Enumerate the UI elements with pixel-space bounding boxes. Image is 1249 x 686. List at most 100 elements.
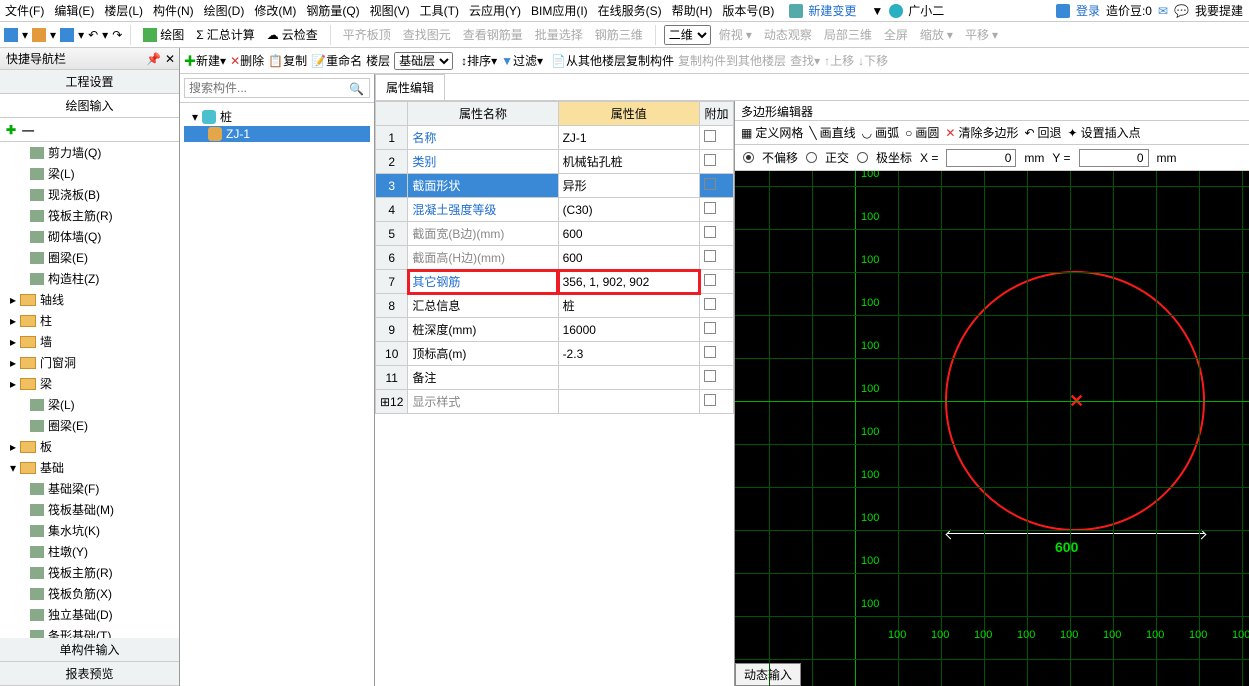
sort-btn[interactable]: ↕排序▾: [461, 52, 497, 69]
tree-leaf[interactable]: 集水坑(K): [0, 520, 179, 541]
nav-tab-report[interactable]: 报表预览: [0, 662, 179, 686]
undo-poly-btn[interactable]: ↶回退: [1024, 124, 1061, 141]
prop-row[interactable]: 3截面形状异形: [376, 174, 734, 198]
comp-child[interactable]: ZJ-1: [184, 126, 370, 142]
save-icon[interactable]: [60, 28, 74, 42]
line-btn[interactable]: ╲画直线: [809, 124, 855, 141]
nav-tab-draw[interactable]: 绘图输入: [0, 94, 179, 118]
tree-leaf[interactable]: 梁(L): [0, 394, 179, 415]
prop-value[interactable]: -2.3: [558, 342, 699, 366]
menu-version[interactable]: 版本号(B): [717, 2, 779, 19]
prop-check[interactable]: [700, 126, 734, 150]
prop-row[interactable]: ⊞12显示样式: [376, 390, 734, 414]
prop-value[interactable]: 600: [558, 222, 699, 246]
polygon-canvas[interactable]: ✕ 600 动态输入 10010010010010010010010010010…: [735, 171, 1249, 686]
tree-leaf[interactable]: 砌体墙(Q): [0, 226, 179, 247]
new-doc-icon[interactable]: [4, 28, 18, 42]
filter-btn[interactable]: ▼过滤▾: [501, 52, 543, 69]
add-icon[interactable]: ✚: [6, 123, 16, 137]
cloud-check-btn[interactable]: ☁云检查: [263, 24, 322, 45]
close-nav-icon[interactable]: ✕: [165, 52, 175, 66]
nav-tab-project[interactable]: 工程设置: [0, 70, 179, 94]
prop-row[interactable]: 2类别机械钻孔桩: [376, 150, 734, 174]
prop-value[interactable]: 600: [558, 246, 699, 270]
new-change-link[interactable]: 新建变更: [803, 2, 861, 19]
tree-leaf[interactable]: 筏板主筋(R): [0, 205, 179, 226]
grid-btn[interactable]: ▦定义网格: [741, 124, 803, 141]
y-input[interactable]: [1079, 149, 1149, 167]
clear-btn[interactable]: ✕清除多边形: [945, 124, 1018, 141]
prop-check[interactable]: [700, 390, 734, 414]
prop-value[interactable]: 异形: [558, 174, 699, 198]
tree-leaf[interactable]: 筏板基础(M): [0, 499, 179, 520]
undo-icon[interactable]: ↶: [88, 28, 98, 42]
menu-floor[interactable]: 楼层(L): [99, 2, 148, 19]
sum-btn[interactable]: Σ汇总计算: [192, 24, 258, 45]
nav-tab-single[interactable]: 单构件输入: [0, 638, 179, 662]
fullscreen-btn[interactable]: 全屏: [880, 24, 912, 45]
tree-group[interactable]: ▸ 板: [0, 436, 179, 457]
menu-cloud[interactable]: 云应用(Y): [464, 2, 526, 19]
prop-check[interactable]: [700, 246, 734, 270]
x-input[interactable]: [946, 149, 1016, 167]
menu-modify[interactable]: 修改(M): [249, 2, 301, 19]
tree-leaf[interactable]: 柱墩(Y): [0, 541, 179, 562]
pin-icon[interactable]: 📌: [146, 52, 161, 66]
arc-btn[interactable]: ◡画弧: [862, 124, 900, 141]
tree-group[interactable]: ▸ 轴线: [0, 289, 179, 310]
menu-online[interactable]: 在线服务(S): [593, 2, 667, 19]
draw-btn[interactable]: 绘图: [139, 24, 188, 45]
tree-leaf[interactable]: 构造柱(Z): [0, 268, 179, 289]
view-rebar-btn[interactable]: 查看钢筋量: [459, 24, 527, 45]
prop-row[interactable]: 7其它钢筋356, 1, 902, 902: [376, 270, 734, 294]
component-tree[interactable]: ▾ 桩 ZJ-1: [180, 103, 374, 686]
floor-select[interactable]: 基础层: [394, 52, 453, 70]
prop-row[interactable]: 8汇总信息桩: [376, 294, 734, 318]
copy-comp-btn[interactable]: 📋复制: [268, 52, 307, 69]
prop-row[interactable]: 4混凝土强度等级(C30): [376, 198, 734, 222]
prop-row[interactable]: 10顶标高(m)-2.3: [376, 342, 734, 366]
find-element-btn[interactable]: 查找图元: [399, 24, 455, 45]
search-input[interactable]: [184, 78, 370, 98]
rename-btn[interactable]: 📝重命名: [311, 52, 362, 69]
inbox-icon[interactable]: ✉: [1158, 4, 1168, 18]
tree-group[interactable]: ▾ 基础: [0, 457, 179, 478]
insert-pt-btn[interactable]: ✦设置插入点: [1068, 124, 1141, 141]
radio-noshift[interactable]: [743, 152, 754, 163]
menu-draw[interactable]: 绘图(D): [199, 2, 250, 19]
find-btn[interactable]: 查找▾: [790, 52, 820, 69]
nav-tree[interactable]: 剪力墙(Q) 梁(L) 现浇板(B) 筏板主筋(R) 砌体墙(Q) 圈梁(E) …: [0, 142, 179, 638]
tree-leaf[interactable]: 独立基础(D): [0, 604, 179, 625]
tree-leaf[interactable]: 基础梁(F): [0, 478, 179, 499]
prop-check[interactable]: [700, 198, 734, 222]
menu-view[interactable]: 视图(V): [365, 2, 415, 19]
prop-check[interactable]: [700, 342, 734, 366]
menu-component[interactable]: 构件(N): [148, 2, 199, 19]
flat-top-btn[interactable]: 平齐板顶: [339, 24, 395, 45]
dynamic-input-btn[interactable]: 动态输入: [735, 663, 801, 686]
prop-value[interactable]: [558, 366, 699, 390]
prop-row[interactable]: 11备注: [376, 366, 734, 390]
menu-tool[interactable]: 工具(T): [415, 2, 464, 19]
prop-row[interactable]: 6截面高(H边)(mm)600: [376, 246, 734, 270]
search-icon[interactable]: 🔍: [349, 82, 364, 96]
prop-check[interactable]: [700, 294, 734, 318]
menu-bim[interactable]: BIM应用(I): [526, 2, 593, 19]
prop-value[interactable]: 机械钻孔桩: [558, 150, 699, 174]
feedback-link[interactable]: 我要提建: [1195, 2, 1243, 19]
redo-icon[interactable]: ↷: [112, 28, 122, 42]
tree-leaf[interactable]: 梁(L): [0, 163, 179, 184]
prop-value[interactable]: 桩: [558, 294, 699, 318]
dynamic-view-btn[interactable]: 动态观察: [760, 24, 816, 45]
prop-value[interactable]: ZJ-1: [558, 126, 699, 150]
tree-leaf[interactable]: 筏板负筋(X): [0, 583, 179, 604]
open-icon[interactable]: [32, 28, 46, 42]
tree-group[interactable]: ▸ 柱: [0, 310, 179, 331]
radio-ortho[interactable]: [806, 152, 817, 163]
comp-root[interactable]: ▾ 桩: [184, 107, 370, 126]
prop-row[interactable]: 1名称ZJ-1: [376, 126, 734, 150]
tree-leaf[interactable]: 圈梁(E): [0, 415, 179, 436]
rebar-3d-btn[interactable]: 钢筋三维: [591, 24, 647, 45]
login-link[interactable]: 登录: [1076, 2, 1100, 19]
tab-property[interactable]: 属性编辑: [375, 74, 445, 100]
